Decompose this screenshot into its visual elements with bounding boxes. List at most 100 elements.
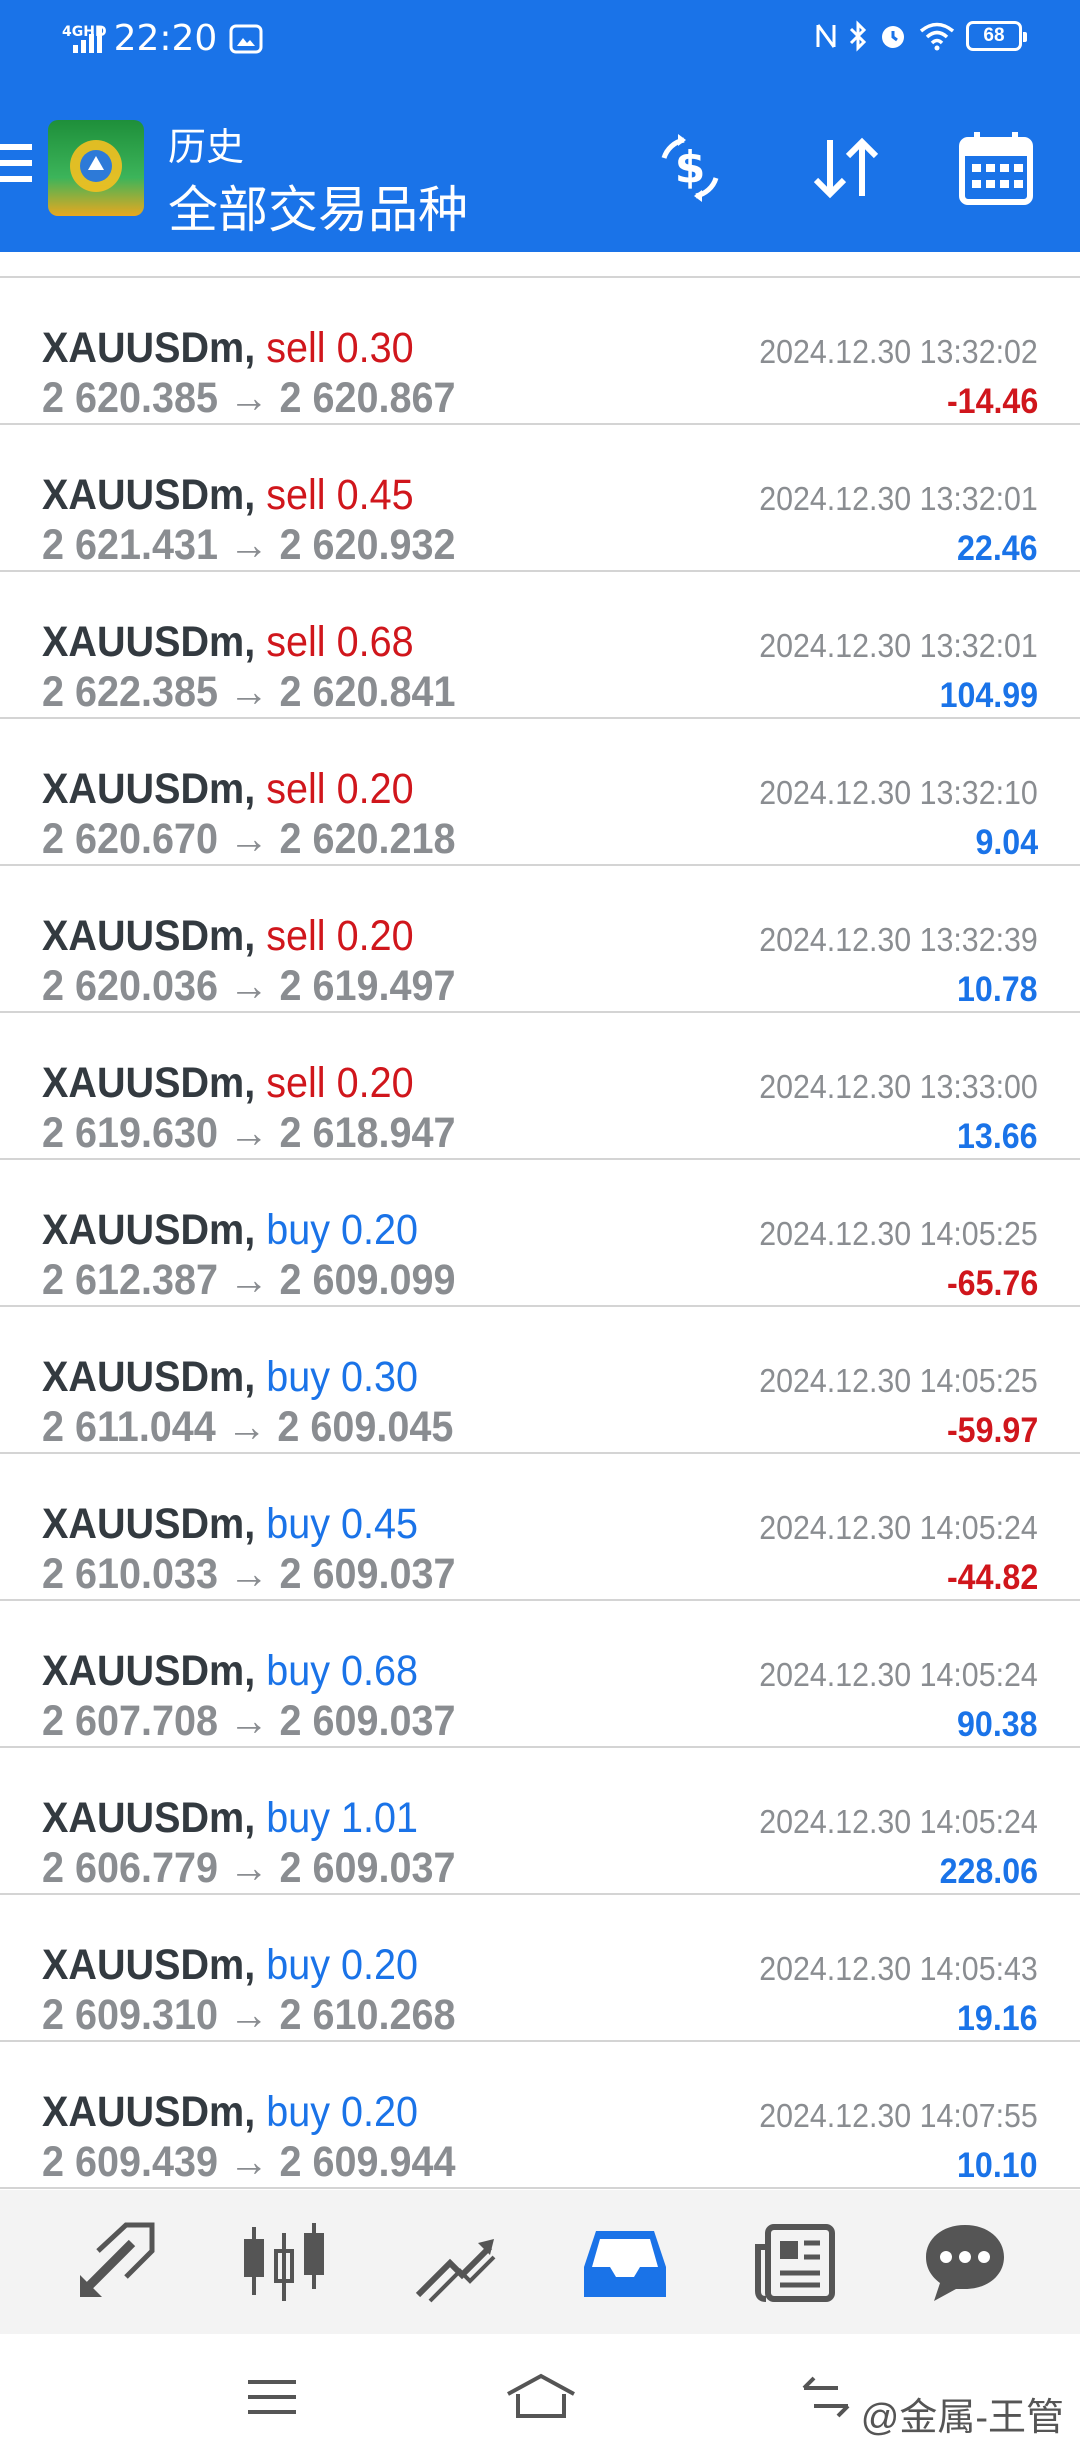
open-price: 2 607.708 — [42, 1697, 218, 1745]
gallery-notification-icon — [229, 24, 263, 53]
close-price: 2 618.947 — [279, 1109, 456, 1157]
trade-row[interactable]: XAUUSDm, sell 0.20 2 620.036 → 2 619.497… — [0, 866, 1080, 1013]
close-price: 2 609.045 — [277, 1403, 454, 1451]
menu-icon[interactable] — [0, 144, 32, 188]
tab-chart[interactable] — [230, 2207, 340, 2317]
trade-title: XAUUSDm, sell 0.20 — [42, 912, 414, 960]
trade-prices: 2 620.036 → 2 619.497 — [42, 962, 456, 1010]
symbol-filter[interactable]: 全部交易品种 — [168, 170, 468, 242]
profit-period-icon[interactable]: $ — [650, 128, 730, 208]
tab-history[interactable] — [570, 2207, 680, 2317]
trade-time: 2024.12.30 13:32:01 — [759, 627, 1038, 664]
close-price: 2 620.218 — [279, 815, 456, 863]
trade-prices: 2 612.387 → 2 609.099 — [42, 1256, 456, 1304]
trade-row[interactable]: XAUUSDm, sell 0.30 2 620.385 → 2 620.867… — [0, 278, 1080, 425]
open-price: 2 606.779 — [42, 1844, 218, 1892]
trade-row[interactable]: XAUUSDm, buy 0.30 2 611.044 → 2 609.045 … — [0, 1307, 1080, 1454]
close-price: 2 619.497 — [279, 962, 456, 1010]
trade-side: sell — [266, 324, 326, 372]
trade-time: 2024.12.30 14:05:24 — [759, 1509, 1038, 1546]
trade-time: 2024.12.30 14:05:25 — [759, 1362, 1038, 1399]
trade-symbol: XAUUSDm, — [42, 1500, 256, 1548]
trade-row[interactable]: XAUUSDm, sell 0.45 2 621.431 → 2 620.932… — [0, 425, 1080, 572]
trade-time: 2024.12.30 13:32:02 — [759, 333, 1038, 370]
open-price: 2 620.670 — [42, 815, 218, 863]
open-price: 2 621.431 — [42, 521, 218, 569]
trade-time: 2024.12.30 13:32:01 — [759, 480, 1038, 517]
trade-side: buy — [266, 1500, 331, 1548]
trade-title: XAUUSDm, sell 0.68 — [42, 618, 414, 666]
sort-icon[interactable] — [806, 128, 886, 208]
trade-side: buy — [266, 2088, 331, 2136]
trade-volume: 0.20 — [336, 765, 414, 813]
trade-symbol: XAUUSDm, — [42, 1647, 256, 1695]
trade-volume: 0.20 — [341, 1206, 419, 1254]
trade-prices: 2 609.310 → 2 610.268 — [42, 1991, 456, 2039]
home-icon[interactable] — [504, 2372, 578, 2422]
price-arrow: → — [228, 1109, 269, 1157]
chart-icon — [244, 2223, 324, 2301]
trade-volume: 0.68 — [341, 1647, 419, 1695]
trade-time: 2024.12.30 13:33:00 — [759, 1068, 1038, 1105]
calendar-icon[interactable] — [956, 128, 1036, 208]
trade-row[interactable]: XAUUSDm, buy 0.20 2 612.387 → 2 609.099 … — [0, 1160, 1080, 1307]
price-arrow: → — [228, 962, 269, 1010]
price-arrow: → — [228, 2138, 269, 2186]
history-list[interactable]: XAUUSDm, sell 0.30 2 620.385 → 2 620.867… — [0, 252, 1080, 2189]
trade-profit: 13.66 — [957, 1117, 1038, 1156]
trade-row[interactable]: XAUUSDm, buy 0.68 2 607.708 → 2 609.037 … — [0, 1601, 1080, 1748]
trade-title: XAUUSDm, sell 0.20 — [42, 765, 414, 813]
trade-prices: 2 609.439 → 2 609.944 — [42, 2138, 456, 2186]
close-price: 2 609.099 — [279, 1256, 456, 1304]
trade-symbol: XAUUSDm, — [42, 471, 256, 519]
close-price: 2 609.037 — [279, 1844, 456, 1892]
trade-symbol: XAUUSDm, — [42, 1353, 256, 1401]
trade-volume: 0.68 — [336, 618, 414, 666]
battery-level: 68 — [983, 25, 1005, 46]
trade-prices: 2 620.670 → 2 620.218 — [42, 815, 456, 863]
open-price: 2 622.385 — [42, 668, 218, 716]
close-price: 2 620.867 — [279, 374, 456, 422]
trade-profit: -14.46 — [946, 382, 1038, 421]
trade-side: buy — [266, 1794, 331, 1842]
trade-row[interactable]: XAUUSDm, sell 0.68 2 622.385 → 2 620.841… — [0, 572, 1080, 719]
recent-apps-icon[interactable] — [244, 2372, 300, 2422]
trade-title: XAUUSDm, buy 0.45 — [42, 1500, 418, 1548]
open-price: 2 620.036 — [42, 962, 218, 1010]
status-time: 22:20 — [113, 18, 218, 59]
trade-profit: 10.10 — [957, 2146, 1038, 2185]
trade-row[interactable]: XAUUSDm, buy 0.20 2 609.439 → 2 609.944 … — [0, 2042, 1080, 2189]
price-arrow: → — [228, 1991, 269, 2039]
app-logo — [48, 120, 144, 216]
price-arrow: → — [228, 521, 269, 569]
open-price: 2 609.310 — [42, 1991, 218, 2039]
trade-row[interactable]: XAUUSDm, sell 0.20 2 620.670 → 2 620.218… — [0, 719, 1080, 866]
trade-side: sell — [266, 765, 326, 813]
price-arrow: → — [228, 374, 269, 422]
trade-row[interactable]: XAUUSDm, sell 0.20 2 619.630 → 2 618.947… — [0, 1013, 1080, 1160]
trade-side: buy — [266, 1941, 331, 1989]
close-price: 2 609.037 — [279, 1697, 456, 1745]
trade-time: 2024.12.30 14:05:25 — [759, 1215, 1038, 1252]
tab-chat[interactable] — [910, 2207, 1020, 2317]
trade-symbol: XAUUSDm, — [42, 1206, 256, 1254]
trade-prices: 2 620.385 → 2 620.867 — [42, 374, 456, 422]
trade-row[interactable]: XAUUSDm, buy 1.01 2 606.779 → 2 609.037 … — [0, 1748, 1080, 1895]
tab-trade[interactable] — [400, 2207, 510, 2317]
trade-volume: 1.01 — [341, 1794, 419, 1842]
trade-title: XAUUSDm, buy 0.20 — [42, 1206, 418, 1254]
price-arrow: → — [228, 1844, 269, 1892]
open-price: 2 619.630 — [42, 1109, 218, 1157]
back-icon[interactable] — [796, 2372, 856, 2422]
app-bar: 历史 全部交易品种 $ — [0, 80, 1080, 252]
trade-row[interactable]: XAUUSDm, buy 0.20 2 609.310 → 2 610.268 … — [0, 1895, 1080, 2042]
open-price: 2 612.387 — [42, 1256, 218, 1304]
trade-time: 2024.12.30 13:32:39 — [759, 921, 1038, 958]
trade-profit: 9.04 — [975, 823, 1038, 862]
trade-side: sell — [266, 471, 326, 519]
trade-side: sell — [266, 1059, 326, 1107]
tab-quotes[interactable] — [60, 2207, 170, 2317]
wifi-icon — [919, 22, 955, 51]
trade-row[interactable]: XAUUSDm, buy 0.45 2 610.033 → 2 609.037 … — [0, 1454, 1080, 1601]
tab-news[interactable] — [740, 2207, 850, 2317]
